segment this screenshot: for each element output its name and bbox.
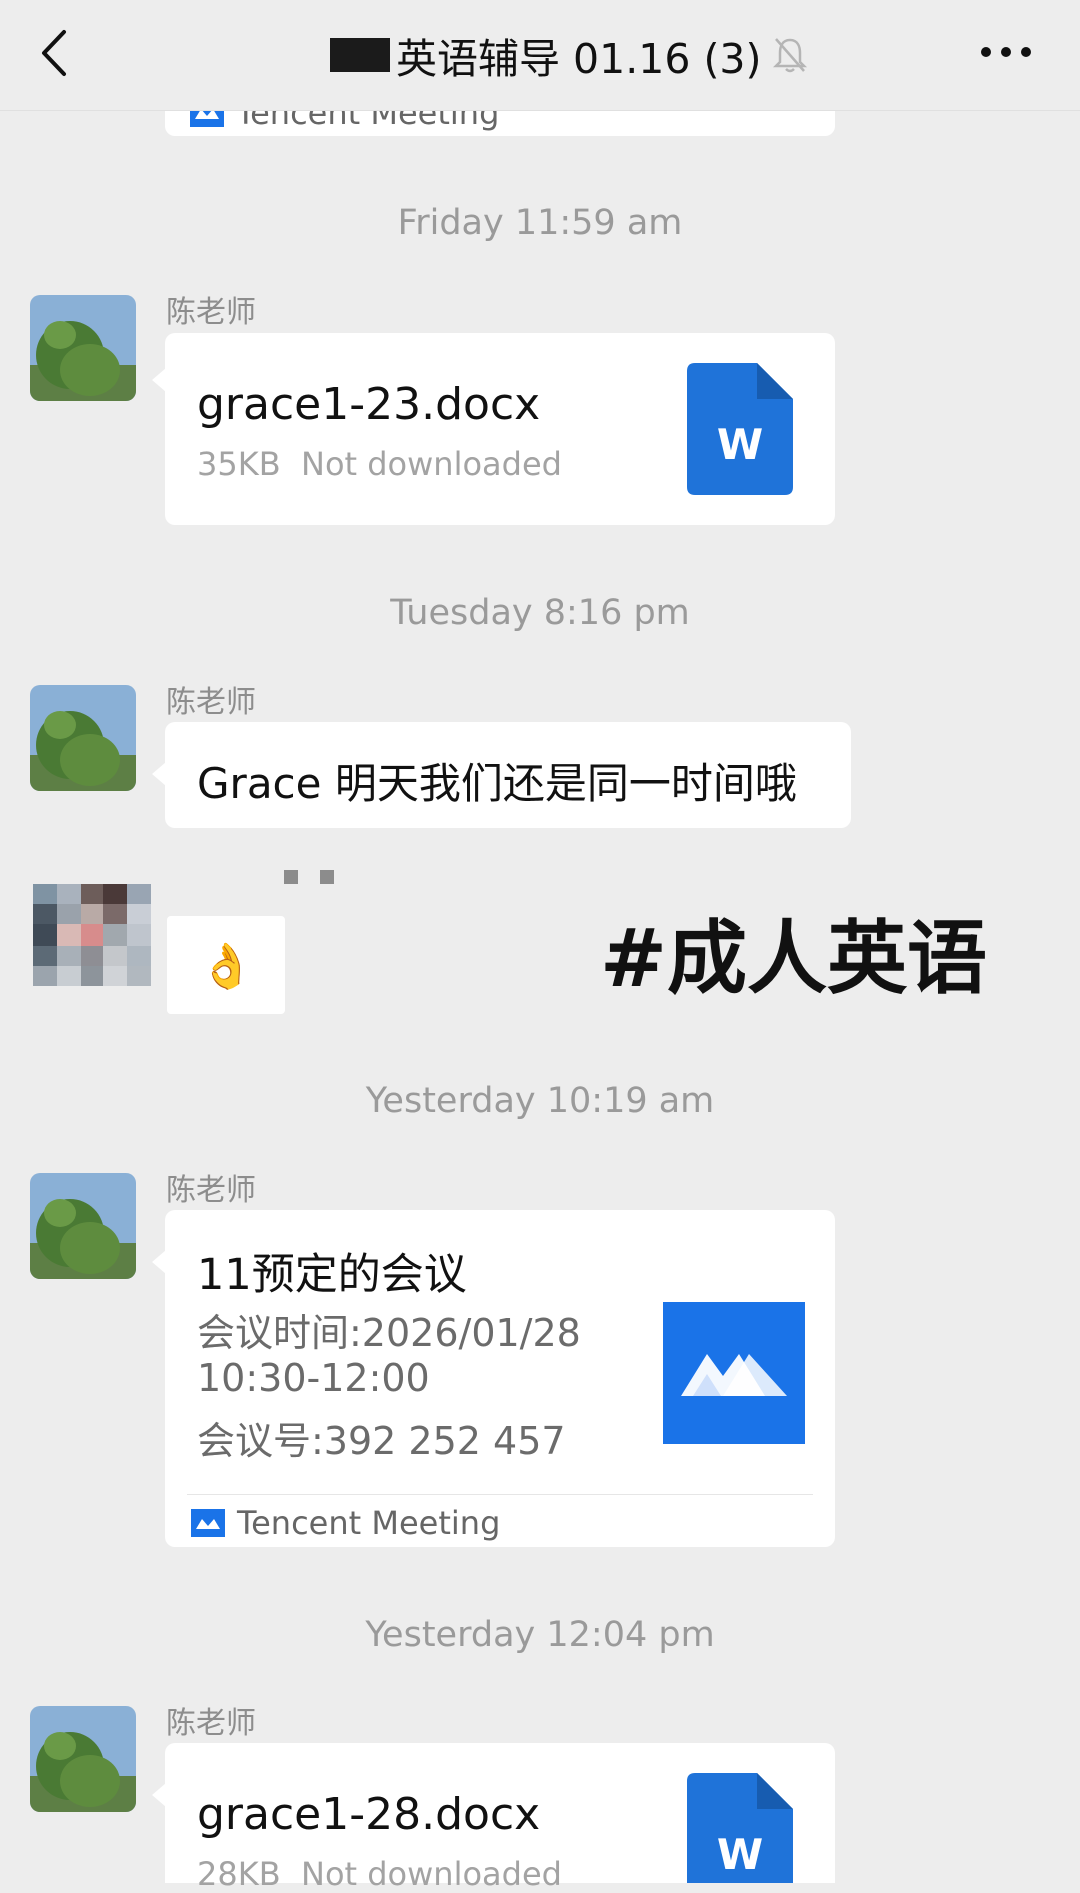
redacted-name bbox=[330, 38, 390, 72]
text-message-bubble[interactable]: Grace 明天我们还是同一时间哦 bbox=[165, 722, 851, 828]
word-letter: W bbox=[717, 1830, 763, 1879]
word-letter: W bbox=[717, 420, 763, 469]
blurred-avatar-icon bbox=[33, 884, 151, 986]
file-size: 28KB bbox=[197, 1855, 281, 1893]
pixelated-avatar[interactable] bbox=[33, 884, 151, 986]
emoji-message-bubble[interactable]: 👌 bbox=[167, 916, 285, 1014]
message-text: Grace 明天我们还是同一时间哦 bbox=[197, 759, 797, 808]
avatar[interactable] bbox=[30, 685, 136, 791]
file-meta: 28KB Not downloaded bbox=[197, 1855, 562, 1893]
timestamp: Yesterday 12:04 pm bbox=[365, 1615, 715, 1655]
tencent-meeting-label: Tencent Meeting bbox=[237, 1504, 501, 1542]
meeting-card-footer: Tencent Meeting bbox=[191, 1504, 500, 1542]
meeting-time: 会议时间:2026/01/28 bbox=[197, 1311, 581, 1355]
sender-name: 陈老师 bbox=[166, 685, 256, 720]
timestamp: Friday 11:59 am bbox=[397, 203, 683, 243]
file-size: 35KB bbox=[197, 445, 281, 483]
bubble-tail bbox=[152, 1783, 166, 1807]
file-meta: 35KB Not downloaded bbox=[197, 445, 562, 483]
download-status: Not downloaded bbox=[301, 445, 562, 483]
timestamp: Yesterday 10:19 am bbox=[365, 1081, 715, 1121]
sender-name: 陈老师 bbox=[166, 295, 256, 330]
tree-avatar-icon bbox=[30, 295, 136, 401]
file-name: grace1-23.docx bbox=[197, 379, 541, 430]
timestamp: Tuesday 8:16 pm bbox=[390, 593, 690, 633]
download-status: Not downloaded bbox=[301, 1855, 562, 1893]
chat-header: 英语辅导 01.16 (3) bbox=[0, 0, 1080, 111]
avatar[interactable] bbox=[30, 295, 136, 401]
sender-name: 陈老师 bbox=[166, 1173, 256, 1208]
bubble-tail bbox=[152, 762, 166, 786]
meeting-message-card[interactable]: 11预定的会议 会议时间:2026/01/28 10:30-12:00 会议号:… bbox=[165, 1210, 835, 1547]
chat-title: 英语辅导 01.16 (3) bbox=[396, 35, 762, 83]
meeting-title: 11预定的会议 bbox=[197, 1250, 467, 1300]
sender-name: 陈老师 bbox=[166, 1706, 256, 1741]
file-name: grace1-28.docx bbox=[197, 1789, 541, 1840]
card-divider bbox=[187, 1494, 813, 1495]
avatar[interactable] bbox=[30, 1706, 136, 1812]
bell-muted-icon bbox=[772, 38, 807, 73]
hashtag-overlay: #成人英语 bbox=[600, 912, 988, 1005]
tree-avatar-icon bbox=[30, 1706, 136, 1812]
avatar[interactable] bbox=[30, 1173, 136, 1279]
word-doc-icon: W bbox=[687, 1773, 793, 1883]
word-doc-icon: W bbox=[687, 363, 793, 495]
more-dots-icon[interactable] bbox=[978, 40, 1034, 64]
redacted-name-block bbox=[284, 870, 298, 884]
tree-avatar-icon bbox=[30, 685, 136, 791]
bubble-tail bbox=[152, 368, 166, 392]
file-message-card[interactable]: grace1-23.docx 35KB Not downloaded W bbox=[165, 333, 835, 525]
redacted-name-block bbox=[320, 870, 334, 884]
ok-hand-emoji: 👌 bbox=[199, 941, 254, 992]
meeting-number: 会议号:392 252 457 bbox=[197, 1419, 566, 1463]
bubble-tail bbox=[152, 1250, 166, 1274]
meeting-time-range: 10:30-12:00 bbox=[197, 1356, 430, 1400]
file-message-card[interactable]: grace1-28.docx 28KB Not downloaded W bbox=[165, 1743, 835, 1893]
tencent-meeting-mini-icon bbox=[191, 1509, 225, 1537]
tree-avatar-icon bbox=[30, 1173, 136, 1279]
tencent-meeting-icon bbox=[663, 1302, 805, 1444]
chevron-left-icon[interactable] bbox=[34, 28, 74, 78]
chat-title-group[interactable]: 英语辅导 01.16 (3) bbox=[330, 28, 808, 83]
